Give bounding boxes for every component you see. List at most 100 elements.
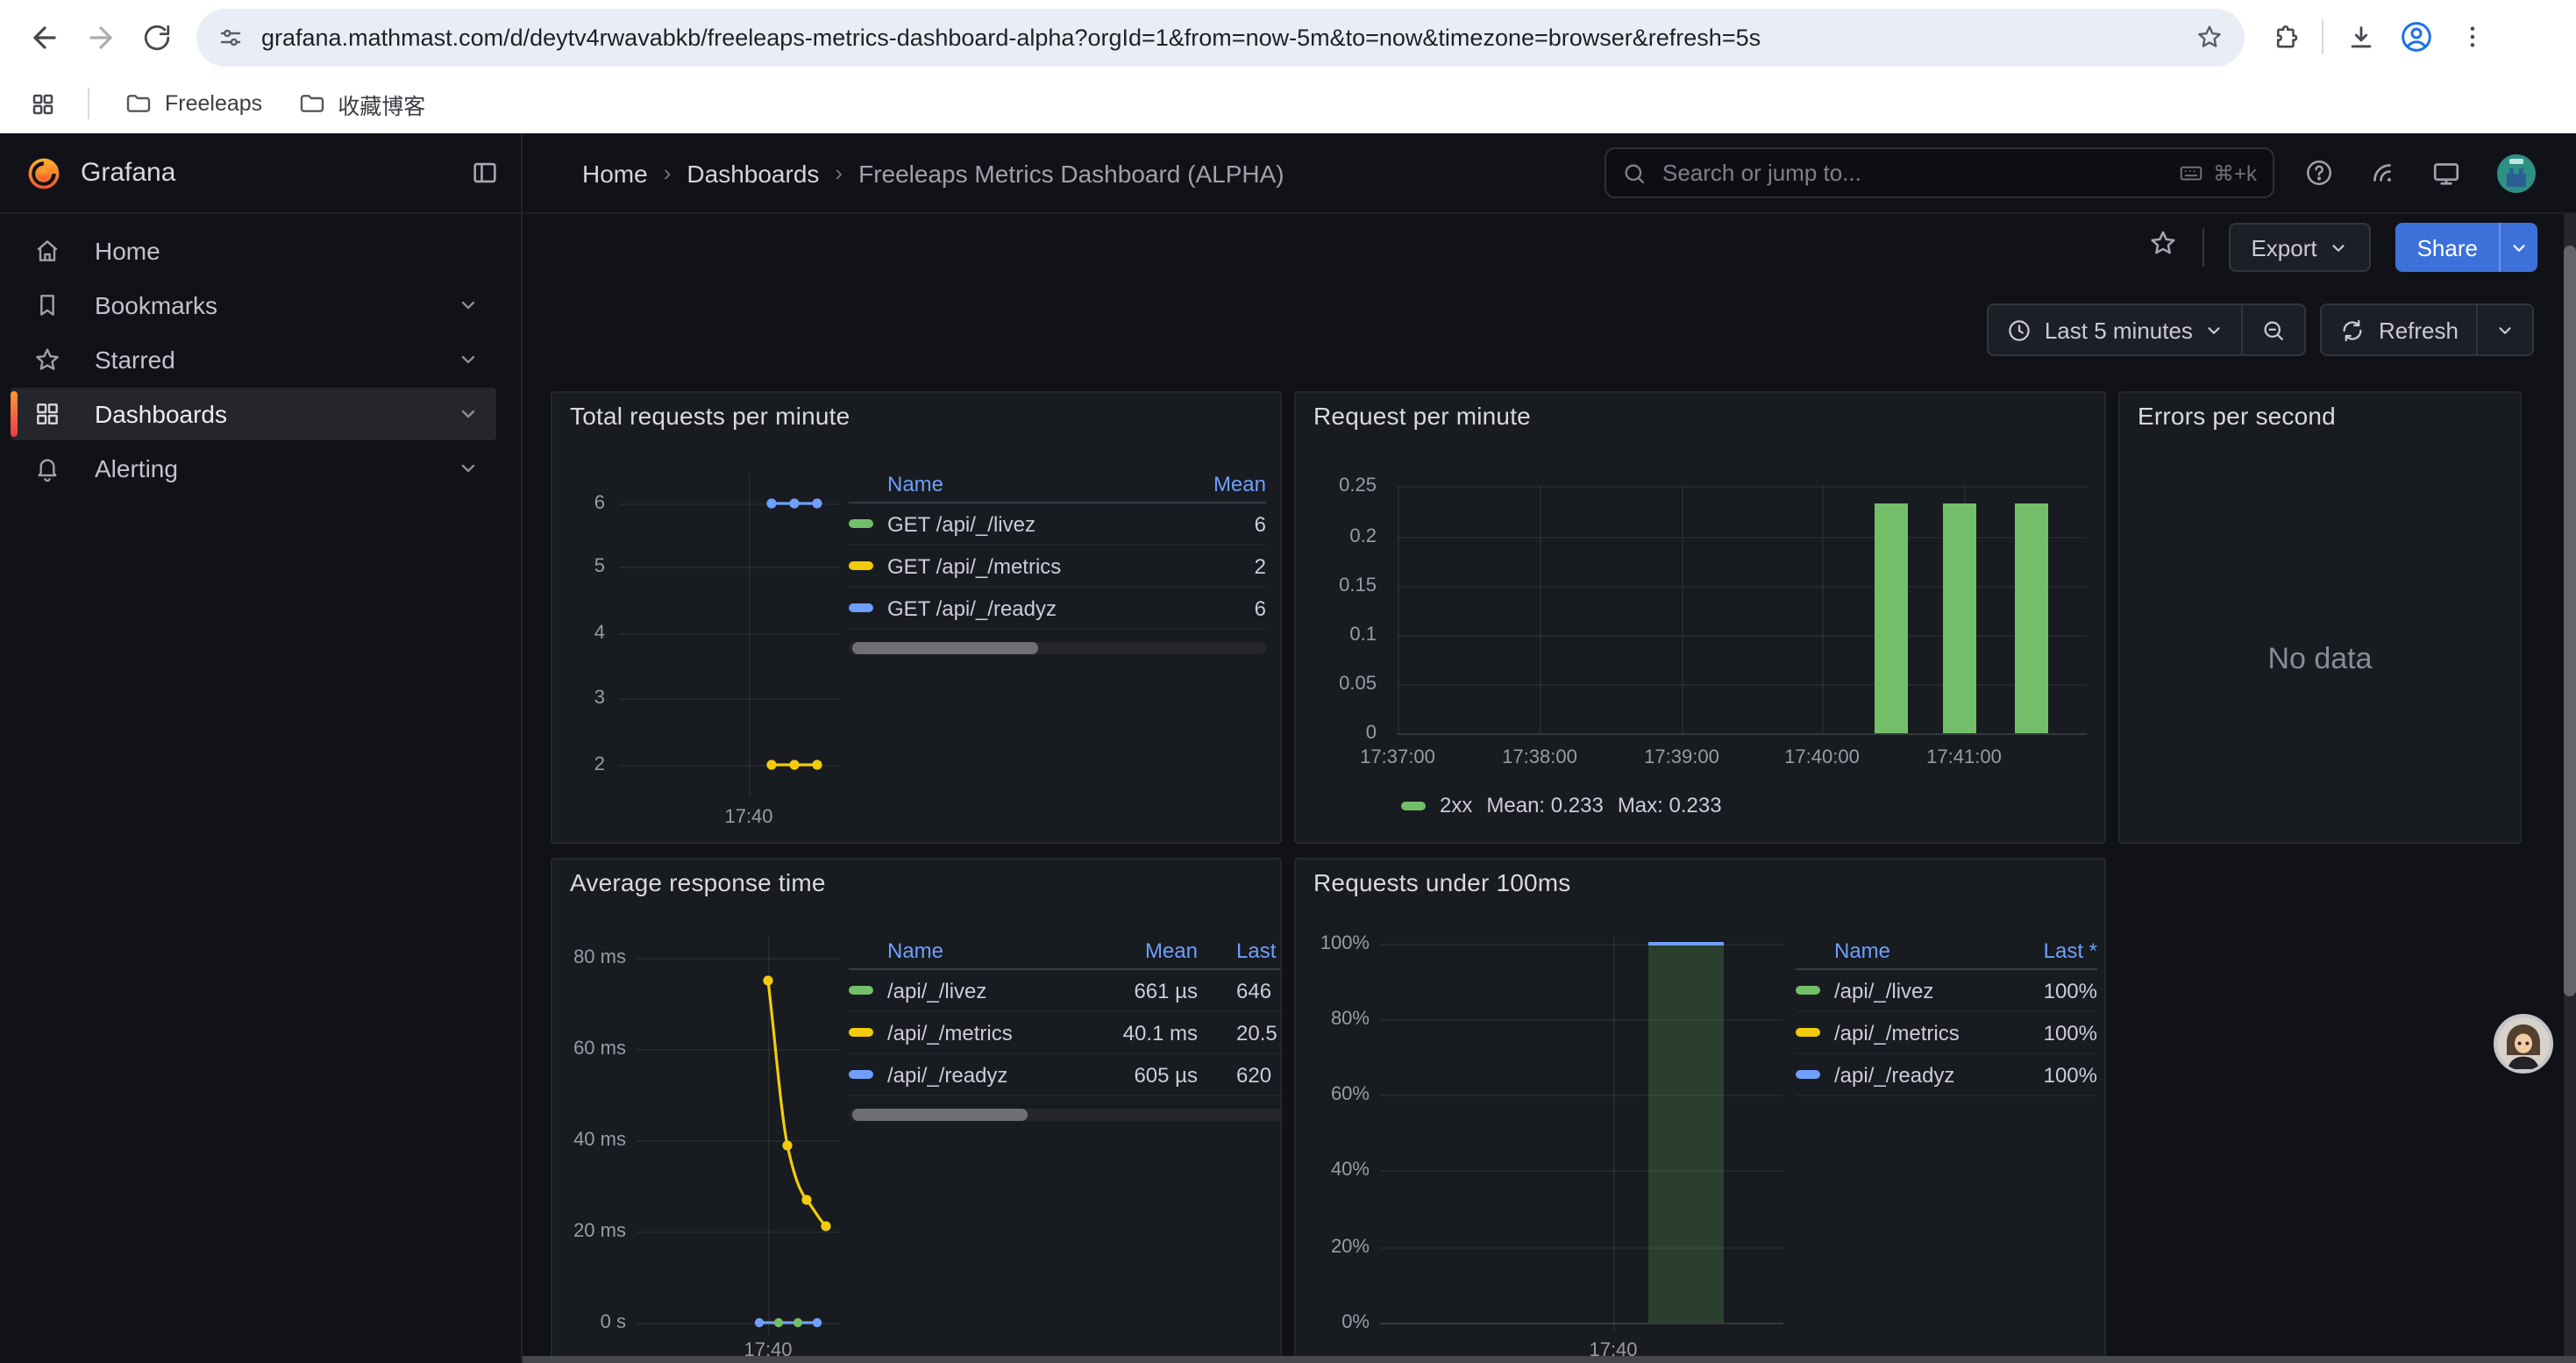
bookmark-folder-freeleaps[interactable]: Freeleaps [114,84,273,123]
bookmark-folder-blogs[interactable]: 收藏博客 [287,82,436,125]
sidebar-item-starred[interactable]: Starred [11,333,496,386]
refresh-button[interactable]: Refresh [2323,305,2476,354]
bookmark-star-icon[interactable] [2195,23,2224,51]
y-tick-label: 40% [1296,1160,1370,1181]
reload-button[interactable] [130,11,182,63]
bar-2xx[interactable] [1875,503,1908,733]
sidebar-item-label: Bookmarks [95,291,217,319]
sidebar-item-dashboards[interactable]: Dashboards [11,388,496,440]
table-row[interactable]: GET /api/_/metrics 2 [849,546,1266,588]
table-row[interactable]: /api/_/metrics 100% [1796,1012,2097,1054]
table-scrollbar[interactable] [849,1109,1282,1121]
table-row[interactable]: /api/_/readyz 605 µs 620 [849,1054,1282,1096]
table-row[interactable]: /api/_/metrics 40.1 ms 20.5 m [849,1012,1282,1054]
series-swatch [849,986,873,995]
chevron-down-icon[interactable] [458,403,479,425]
share-button[interactable]: Share [2396,223,2499,272]
panel-title[interactable]: Request per minute [1313,402,1531,430]
table-row[interactable]: /api/_/livez 661 µs 646 [849,970,1282,1012]
arrow-left-icon [27,20,60,54]
search-box[interactable]: ⌘+k [1605,147,2274,198]
column-header-name[interactable]: Name [887,938,1101,963]
legend-mean: Mean: 0.233 [1486,793,1603,817]
chevron-down-icon [2495,320,2515,339]
breadcrumb-home[interactable]: Home [582,159,648,187]
extensions-icon[interactable] [2259,11,2311,63]
series-swatch[interactable] [1401,801,1426,810]
chevron-down-icon[interactable] [458,458,479,479]
grafana-header: Grafana Home › Dashboards › Freeleaps Me… [0,133,2576,214]
folder-icon [125,89,153,118]
breadcrumb-dashboards[interactable]: Dashboards [687,159,819,187]
sidebar-item-alerting[interactable]: Alerting [11,442,496,495]
search-input[interactable] [1659,158,2166,188]
column-header-last[interactable]: Last * [2020,938,2097,963]
legend-series-label[interactable]: 2xx [1440,793,1472,817]
breadcrumb-separator: › [835,160,843,186]
profile-button[interactable] [2390,11,2443,63]
column-header-name[interactable]: Name [887,472,1178,496]
bell-icon [33,454,61,482]
sidebar-toggle-icon[interactable] [470,158,500,188]
y-tick-label: 0 [1299,723,1377,744]
legend-table: Name Mean GET /api/_/livez 6 GET /api/_/… [849,467,1266,654]
sidebar-item-bookmarks[interactable]: Bookmarks [11,279,496,332]
user-avatar[interactable] [2495,152,2537,194]
panel-requests-under-100ms: Requests under 100ms 100% 80% 60% 40% 20… [1294,858,2106,1363]
search-shortcut: ⌘+k [2178,160,2257,186]
bar-2xx[interactable] [2015,503,2048,733]
bar-2xx[interactable] [1943,503,1976,733]
table-row[interactable]: /api/_/livez 100% [1796,970,2097,1012]
table-row[interactable]: /api/_/readyz 100% [1796,1054,2097,1096]
forward-button[interactable] [74,11,126,63]
table-scrollbar[interactable] [849,642,1266,654]
breadcrumb: Home › Dashboards › Freeleaps Metrics Da… [582,159,1284,187]
zoom-out-icon [2261,317,2288,343]
y-tick-label: 60% [1296,1084,1370,1105]
panel-title[interactable]: Errors per second [2138,402,2336,430]
floating-assistant-avatar[interactable] [2494,1014,2553,1082]
scrollbar-thumb[interactable] [2564,246,2576,996]
panel-title[interactable]: Requests under 100ms [1313,868,1571,896]
y-tick-label: 80% [1296,1009,1370,1030]
apps-grid-icon[interactable] [21,82,63,125]
area-fill[interactable] [1648,944,1724,1323]
column-header-last[interactable]: Last * [1198,938,1282,963]
panel-request-per-minute: Request per minute 0.25 0.2 0.15 0.1 0.0… [1294,391,2106,844]
legend: 2xx Mean: 0.233 Max: 0.233 [1401,793,1722,817]
time-range-button[interactable]: Last 5 minutes [1989,305,2242,354]
legend-table: Name Last * /api/_/livez 100% /api/_/met… [1796,933,2097,1096]
reload-icon [141,22,171,52]
time-range-picker: Last 5 minutes [1987,303,2307,356]
address-bar[interactable]: grafana.mathmast.com/d/deytv4rwavabkb/fr… [196,8,2245,66]
chevron-down-icon[interactable] [458,295,479,316]
legend-max: Max: 0.233 [1618,793,1722,817]
vertical-scrollbar[interactable] [2564,214,2576,1363]
horizontal-scrollbar[interactable] [523,1356,2576,1363]
share-split-button: Share [2396,223,2537,272]
back-button[interactable] [18,11,70,63]
news-rss-icon[interactable] [2367,158,2397,188]
sidebar-item-home[interactable]: Home [11,225,496,277]
series-swatch [849,519,873,528]
help-icon[interactable] [2304,158,2334,188]
chevron-down-icon[interactable] [458,349,479,370]
share-dropdown-button[interactable] [2499,223,2537,272]
table-row[interactable]: GET /api/_/readyz 6 [849,588,1266,630]
refresh-picker: Refresh [2321,303,2534,356]
column-header-name[interactable]: Name [1834,938,2020,963]
star-icon [33,346,61,374]
menu-kebab-icon[interactable] [2446,11,2499,63]
downloads-button[interactable] [2334,11,2387,63]
monitor-icon[interactable] [2430,157,2462,189]
y-tick-label: 0.1 [1299,624,1377,646]
export-button[interactable]: Export [2228,223,2371,272]
chevron-down-icon [2330,238,2349,257]
table-row[interactable]: GET /api/_/livez 6 [849,503,1266,546]
column-header-mean[interactable]: Mean [1178,472,1266,496]
favorite-star-icon[interactable] [2147,228,2177,267]
refresh-interval-button[interactable] [2478,305,2532,354]
site-info-icon[interactable] [217,24,244,50]
column-header-mean[interactable]: Mean [1101,938,1198,963]
zoom-out-button[interactable] [2244,305,2305,354]
